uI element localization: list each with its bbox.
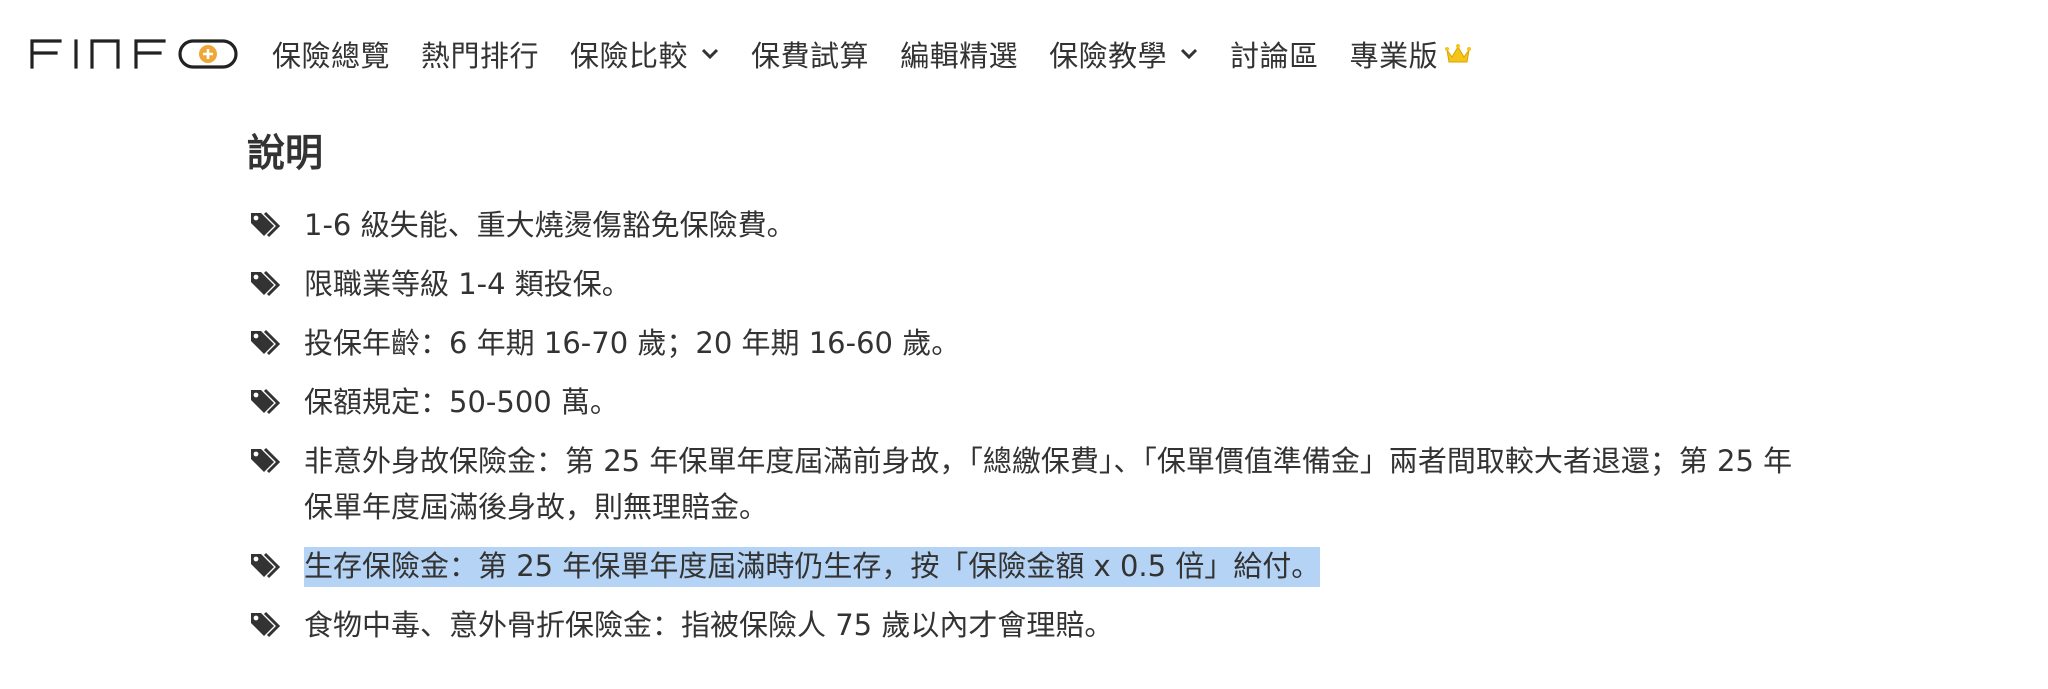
list-item: 限職業等級 1-4 類投保。 (247, 261, 1807, 307)
tags-icon (251, 329, 281, 356)
tags-icon (251, 447, 281, 474)
list-item: 投保年齡：6 年期 16-70 歲；20 年期 16-60 歲。 (247, 320, 1807, 366)
crown-icon (1445, 44, 1472, 63)
nav-item-label: 保險教學 (1049, 39, 1168, 73)
nav-item-premium-calculator[interactable]: 保費試算 (751, 33, 869, 75)
list-item-text: 保額規定：50-500 萬。 (304, 385, 619, 419)
top-navbar: 保險總覽 熱門排行 保險比較 保費試算 編輯精選 保險教學 討論區 專業版 (0, 0, 2048, 108)
tags-icon (251, 211, 281, 238)
nav-item-label: 編輯精選 (900, 39, 1019, 73)
chevron-down-icon (1181, 48, 1198, 60)
list-item: 食物中毒、意外骨折保險金：指被保險人 75 歲以內才會理賠。 (247, 602, 1807, 648)
nav-item-editors-picks[interactable]: 編輯精選 (900, 33, 1018, 75)
list-item: 1-6 級失能、重大燒燙傷豁免保險費。 (247, 202, 1807, 248)
nav-item-pro[interactable]: 專業版 (1350, 33, 1473, 75)
tags-icon (251, 388, 281, 415)
list-item-text: 1-6 級失能、重大燒燙傷豁免保險費。 (304, 208, 796, 242)
list-item: 保額規定：50-500 萬。 (247, 379, 1807, 425)
description-list: 1-6 級失能、重大燒燙傷豁免保險費。 限職業等級 1-4 類投保。 投保年齡：… (247, 202, 1807, 661)
tags-icon (251, 270, 281, 297)
nav-item-forum[interactable]: 討論區 (1230, 33, 1319, 75)
nav-item-label: 討論區 (1230, 39, 1319, 73)
nav-item-tutorials[interactable]: 保險教學 (1049, 33, 1199, 75)
nav-item-label: 保費試算 (751, 39, 870, 73)
list-item: 非意外身故保險金：第 25 年保單年度屆滿前身故，「總繳保費」、「保單價值準備金… (247, 438, 1807, 530)
list-item-text: 限職業等級 1-4 類投保。 (304, 267, 631, 301)
finfo-logo[interactable] (30, 37, 240, 69)
list-item-text: 非意外身故保險金：第 25 年保單年度屆滿前身故，「總繳保費」、「保單價值準備金… (304, 444, 1793, 524)
tags-icon (251, 611, 281, 638)
section-title: 說明 (247, 131, 324, 175)
main-nav: 保險總覽 熱門排行 保險比較 保費試算 編輯精選 保險教學 討論區 專業版 (272, 0, 1503, 108)
list-item-text: 投保年齡：6 年期 16-70 歲；20 年期 16-60 歲。 (304, 326, 961, 360)
list-item-text: 食物中毒、意外骨折保險金：指被保險人 75 歲以內才會理賠。 (304, 608, 1114, 642)
chevron-down-icon (701, 48, 719, 60)
tags-icon (251, 552, 281, 579)
list-item: 生存保險金：第 25 年保單年度屆滿時仍生存，按「保險金額 x 0.5 倍」給付… (247, 543, 1807, 589)
nav-item-label: 保險比較 (570, 39, 689, 73)
nav-item-label: 熱門排行 (421, 39, 540, 73)
nav-item-compare[interactable]: 保險比較 (570, 33, 720, 75)
nav-item-label: 專業版 (1349, 39, 1439, 73)
nav-item-label: 保險總覽 (272, 39, 391, 73)
nav-item-overview[interactable]: 保險總覽 (272, 33, 390, 75)
nav-item-ranking[interactable]: 熱門排行 (421, 33, 539, 75)
list-item-text-selected: 生存保險金：第 25 年保單年度屆滿時仍生存，按「保險金額 x 0.5 倍」給付… (304, 547, 1321, 587)
